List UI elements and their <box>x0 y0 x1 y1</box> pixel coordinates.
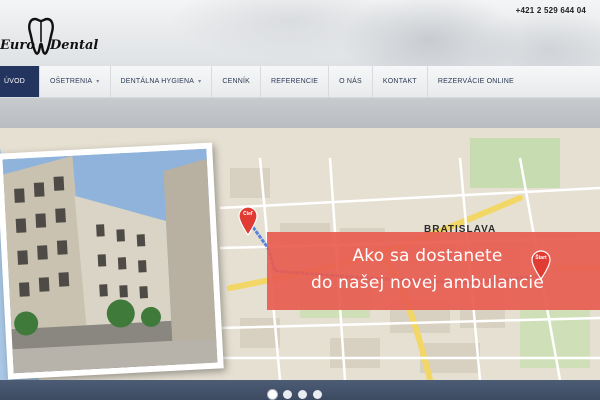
nav-item-label: O NÁS <box>339 78 362 85</box>
slider-dot[interactable] <box>268 390 277 399</box>
hero-slider[interactable]: Ako sa dostanete do našej novej ambulanc… <box>0 98 600 400</box>
slider-dot[interactable] <box>298 390 307 399</box>
phone-number[interactable]: +421 2 529 644 04 <box>516 6 586 15</box>
map-marker-end: Cieľ <box>238 206 258 237</box>
nav-item-label: DENTÁLNA HYGIENA <box>120 78 195 85</box>
street-photo <box>2 148 218 374</box>
street-photo-frame <box>0 142 224 380</box>
nav-item-label: CENNÍK <box>222 78 250 85</box>
nav-item-kontakt[interactable]: KONTAKT <box>373 66 428 97</box>
chevron-down-icon: ▾ <box>96 79 100 85</box>
site-logo[interactable]: Euro Dental <box>0 16 100 60</box>
nav-item-rezervacie-online[interactable]: REZERVÁCIE ONLINE <box>428 66 524 97</box>
slider-dot[interactable] <box>313 390 322 399</box>
slider-top-strip <box>0 98 600 128</box>
nav-item-label: ÚVOD <box>4 78 26 85</box>
nav-item-label: KONTAKT <box>382 78 417 85</box>
marker-label-end: Cieľ <box>243 211 253 217</box>
main-navigation: ÚVOD OŠETRENIA ▾ DENTÁLNA HYGIENA ▾ CENNÍK… <box>0 66 600 98</box>
chevron-down-icon: ▾ <box>198 79 202 85</box>
map-marker-start: Štart <box>531 250 551 281</box>
slider-dot[interactable] <box>283 390 292 399</box>
nav-item-label: REFERENCIE <box>271 78 319 85</box>
nav-item-dentalna-hygiena[interactable]: DENTÁLNA HYGIENA ▾ <box>111 66 213 97</box>
marker-label-start: Štart <box>535 255 547 261</box>
map-city-label: BRATISLAVA <box>424 224 497 235</box>
nav-item-o-nas[interactable]: O NÁS <box>329 66 373 97</box>
nav-item-label: OŠETRENIA <box>50 78 93 85</box>
building-illustration <box>2 148 218 374</box>
slider-pagination <box>268 390 322 399</box>
nav-item-uvod[interactable]: ÚVOD <box>0 66 41 97</box>
logo-text-dental: Dental <box>50 38 99 53</box>
nav-item-referencie[interactable]: REFERENCIE <box>261 66 330 97</box>
site-header: Euro Dental +421 2 529 644 04 <box>0 0 600 66</box>
nav-item-label: REZERVÁCIE ONLINE <box>437 78 514 85</box>
nav-item-cennik[interactable]: CENNÍK <box>212 66 261 97</box>
nav-item-osetrenia[interactable]: OŠETRENIA ▾ <box>40 66 111 97</box>
